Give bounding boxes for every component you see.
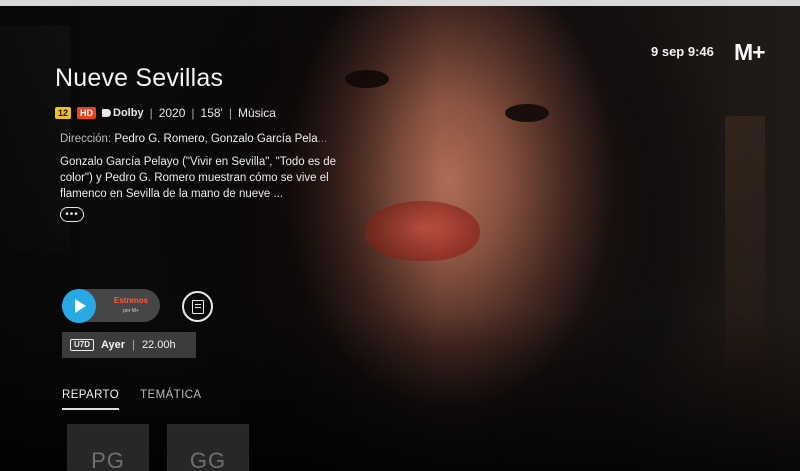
watchlist-button[interactable] (182, 291, 213, 322)
tab-tematica[interactable]: TEMÁTICA (140, 389, 201, 410)
dolby-label: Dolby (113, 107, 144, 119)
program-synopsis: Gonzalo García Pelayo ("Vivir en Sevilla… (60, 156, 337, 200)
director-names: Pedro G. Romero, Gonzalo García Pela (114, 133, 318, 145)
list-icon (191, 299, 204, 314)
airing-info[interactable]: U7D Ayer | 22.00h (62, 332, 196, 358)
director-ellipsis: ... (317, 133, 328, 145)
play-button[interactable] (62, 289, 96, 323)
cast-card[interactable]: PG (67, 424, 149, 471)
channel-subtitle: por M+ (123, 308, 139, 314)
program-year: 2020 (158, 106, 186, 120)
more-icon: ••• (65, 208, 79, 220)
movistar-plus-logo: M+ (734, 39, 766, 65)
program-duration: 158' (200, 106, 223, 120)
hd-badge: HD (77, 107, 97, 119)
clock: 9 sep 9:46 (651, 44, 714, 59)
dolby-icon (102, 109, 112, 117)
more-info-button[interactable]: ••• (60, 207, 84, 222)
meta-divider: | (149, 106, 153, 120)
tab-reparto[interactable]: REPARTO (62, 389, 120, 410)
channel-logo: Estrenos por M+ (106, 296, 156, 316)
meta-divider: | (228, 106, 232, 120)
program-title: Nueve Sevillas (55, 64, 224, 92)
airing-divider: | (132, 339, 135, 351)
tv-screen: 9 sep 9:46 M+ Nueve Sevillas 12 HD Dolby… (0, 6, 800, 471)
director-label: Dirección: (60, 133, 112, 145)
cast-initials: PG (91, 448, 125, 471)
airing-time: 22.00h (141, 339, 176, 351)
meta-divider: | (191, 106, 195, 120)
program-meta: 12 HD Dolby | 2020 | 158' | Música (55, 106, 276, 120)
cast-initials: GG (189, 448, 227, 471)
channel-name: Estrenos (113, 296, 149, 305)
detail-tabs: REPARTO TEMÁTICA (62, 389, 201, 410)
age-rating-badge: 12 (55, 107, 72, 119)
catchup-badge: U7D (70, 339, 95, 351)
director-line: Dirección: Pedro G. Romero, Gonzalo Garc… (60, 133, 360, 145)
airing-day: Ayer (101, 339, 126, 351)
cast-card[interactable]: GG (167, 424, 249, 471)
play-icon (75, 299, 86, 313)
program-genre: Música (237, 106, 276, 120)
dolby-badge: Dolby (102, 107, 144, 119)
